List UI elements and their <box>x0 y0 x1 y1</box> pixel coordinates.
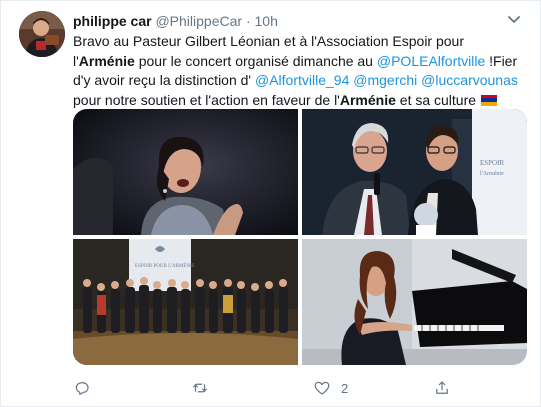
bold-word: Arménie <box>339 91 396 108</box>
retweet-icon <box>192 383 208 393</box>
author-name[interactable]: philippe car <box>73 13 152 29</box>
tweet-card[interactable]: philippe car @PhilippeCar · 10h Bravo au… <box>0 0 541 407</box>
svg-text:l'Arménie: l'Arménie <box>480 171 504 177</box>
tweet-actions: 2 <box>73 379 525 399</box>
tweet-timestamp[interactable]: 10h <box>255 13 278 29</box>
share-icon <box>436 381 448 394</box>
mention-mgerchi[interactable]: @mgerchi <box>353 72 417 88</box>
mention-polealfortville[interactable]: @POLEAlfortville <box>377 53 485 69</box>
share-button[interactable] <box>433 379 451 397</box>
reply-icon <box>75 382 89 395</box>
retweet-button[interactable] <box>191 379 209 397</box>
photo-group-stage[interactable]: ESPOIR POUR L'ARMÉNIE <box>73 239 298 365</box>
text-segment: pour notre soutien et l'action en faveur… <box>73 91 340 108</box>
heart-icon <box>314 381 330 395</box>
like-button[interactable]: 2 <box>313 379 348 397</box>
photo-singer[interactable] <box>73 109 298 235</box>
tweet-text: Bravo au Pasteur Gilbert Léonian et à l'… <box>73 32 525 110</box>
chevron-down-icon[interactable] <box>506 11 522 27</box>
banner-text: ESPOIR POUR L'ARMÉNIE <box>135 263 195 269</box>
separator-dot: · <box>245 13 251 29</box>
mention-alfortville-94[interactable]: @Alfortville_94 <box>255 72 349 88</box>
text-segment: pour le concert organisé dimanche au <box>134 52 377 69</box>
photo-award-presentation[interactable]: ESPOIR l'Arménie <box>302 109 527 235</box>
bold-word: Arménie <box>78 52 135 69</box>
text-segment: et sa culture <box>395 91 480 108</box>
mention-luccarvounas[interactable]: @luccarvounas <box>421 72 518 88</box>
author-handle[interactable]: @PhilippeCar <box>155 13 242 29</box>
media-grid: ESPOIR l'Arménie ESPOIR POUR L'ARMÉNIE <box>73 109 527 365</box>
photo-pianist[interactable] <box>302 239 527 365</box>
avatar[interactable] <box>19 11 65 57</box>
armenian-flag-icon <box>480 94 497 106</box>
like-count: 2 <box>341 380 349 396</box>
reply-button[interactable] <box>73 379 91 397</box>
svg-text:ESPOIR: ESPOIR <box>480 159 504 167</box>
tweet-header: philippe car @PhilippeCar · 10h <box>73 13 278 29</box>
